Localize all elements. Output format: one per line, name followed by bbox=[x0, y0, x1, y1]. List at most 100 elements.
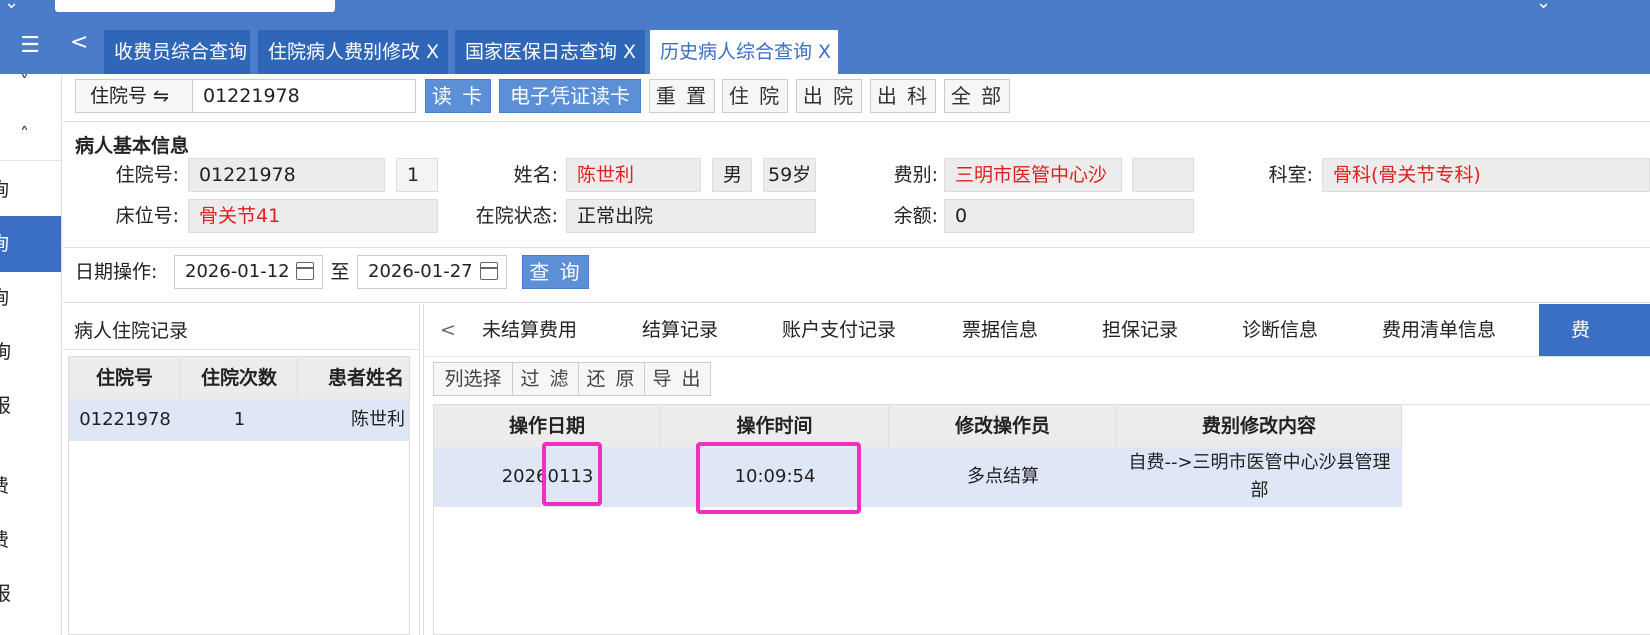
main-content: 住院号 ⇋ 01221978 读 卡 电子凭证读卡 重 置 住 院 出 院 出 … bbox=[63, 74, 1650, 635]
records-table: 住院号 住院次数 患者姓名 01221978 1 陈世利 bbox=[68, 356, 410, 635]
chevron-icon: ⌄ bbox=[1536, 0, 1552, 13]
bed-label: 床位号: bbox=[115, 205, 179, 227]
export-button[interactable]: 导 出 bbox=[644, 362, 711, 396]
department-label: 科室: bbox=[1268, 164, 1313, 186]
tab-medicare-log[interactable]: 国家医保日志查询 X bbox=[455, 30, 645, 74]
filter-button[interactable]: 过 滤 bbox=[512, 362, 579, 396]
admission-count-value: 1 bbox=[396, 158, 438, 192]
chevron-icon: ⌄ bbox=[4, 0, 20, 13]
divider bbox=[63, 247, 1650, 248]
cell-patient-name: 陈世利 bbox=[298, 399, 409, 441]
column-header-admission-no[interactable]: 住院号 bbox=[69, 357, 181, 399]
status-value: 正常出院 bbox=[566, 199, 816, 233]
start-date-input[interactable]: 2026-01-12 bbox=[174, 255, 323, 289]
close-icon[interactable]: X bbox=[426, 41, 439, 63]
tab-fee-type-modify[interactable]: 住院病人费别修改 X bbox=[258, 30, 448, 74]
tab-guarantee-records[interactable]: 担保记录 bbox=[1102, 304, 1178, 356]
fee-type-change-table: 操作日期 操作时间 修改操作员 费别修改内容 20260113 10:09:54… bbox=[433, 404, 1650, 635]
column-header-admission-count[interactable]: 住院次数 bbox=[181, 357, 298, 399]
chevron-up-icon[interactable]: ˄ bbox=[20, 124, 29, 145]
sidebar-item[interactable]: 询 bbox=[0, 324, 54, 380]
hospitalization-records-panel: 病人住院记录 住院号 住院次数 患者姓名 01221978 1 陈世利 bbox=[63, 304, 420, 635]
end-date-value: 2026-01-27 bbox=[368, 261, 473, 282]
sidebar-item[interactable]: 询 bbox=[0, 162, 52, 218]
column-header-operation-time[interactable]: 操作时间 bbox=[661, 405, 889, 447]
tab-history-patient[interactable]: 历史病人综合查询 X bbox=[650, 30, 838, 74]
admission-no-search-input[interactable]: 01221978 bbox=[192, 79, 416, 113]
sidebar-item[interactable]: 报 bbox=[0, 566, 54, 622]
highlight-box-date bbox=[542, 442, 602, 506]
tab-label: 历史病人综合查询 bbox=[660, 41, 813, 63]
cell-admission-no: 01221978 bbox=[69, 399, 181, 441]
tab-account-payments[interactable]: 账户支付记录 bbox=[782, 304, 896, 356]
menu-icon[interactable]: ☰ bbox=[16, 32, 44, 60]
calendar-icon[interactable] bbox=[480, 262, 498, 280]
detail-panel: < 未结算费用 结算记录 账户支付记录 票据信息 担保记录 诊断信息 费用清单信… bbox=[423, 304, 1650, 635]
status-label: 在院状态: bbox=[475, 205, 558, 227]
tab-bar: ☰ < 收费员综合查询 住院病人费别修改 X 国家医保日志查询 X 历史病人综合查询… bbox=[0, 20, 1650, 74]
end-date-input[interactable]: 2026-01-27 bbox=[357, 255, 507, 289]
tab-diagnosis-info[interactable]: 诊断信息 bbox=[1242, 304, 1318, 356]
sidebar-item[interactable]: 报 bbox=[0, 378, 54, 434]
cell-operator: 多点结算 bbox=[889, 447, 1117, 507]
cell-change-content: 自费-->三明市医管中心沙县管理部 bbox=[1117, 447, 1402, 507]
highlight-box-time bbox=[696, 442, 861, 514]
sidebar-item-active[interactable]: 询 bbox=[0, 216, 61, 272]
fee-type-value: 三明市医管中心沙 bbox=[944, 158, 1122, 192]
top-header-strip: ⌄ ⌄ bbox=[0, 0, 1650, 20]
tab-fee-list-info[interactable]: 费用清单信息 bbox=[1382, 304, 1496, 356]
gender-value: 男 bbox=[712, 158, 752, 192]
name-label: 姓名: bbox=[513, 164, 558, 186]
tab-label: 国家医保日志查询 bbox=[465, 41, 618, 63]
date-operation-label: 日期操作: bbox=[75, 261, 158, 283]
tab-settlement-records[interactable]: 结算记录 bbox=[642, 304, 718, 356]
age-value: 59岁 bbox=[763, 158, 816, 192]
close-icon[interactable]: X bbox=[818, 41, 831, 63]
name-value: 陈世利 bbox=[566, 158, 701, 192]
start-date-value: 2026-01-12 bbox=[185, 261, 290, 282]
admission-no-search-label[interactable]: 住院号 ⇋ bbox=[75, 79, 193, 113]
column-header-operator[interactable]: 修改操作员 bbox=[889, 405, 1117, 447]
close-icon[interactable]: X bbox=[623, 41, 636, 63]
query-button[interactable]: 查 询 bbox=[522, 255, 589, 289]
records-title: 病人住院记录 bbox=[74, 320, 189, 342]
sidebar-item-label: 询 bbox=[0, 233, 9, 255]
tab-invoice-info[interactable]: 票据信息 bbox=[962, 304, 1038, 356]
admission-no-value: 01221978 bbox=[188, 158, 385, 192]
chevron-down-icon[interactable]: ˅ bbox=[20, 74, 29, 93]
tab-label: 收费员综合查询 bbox=[114, 41, 248, 63]
discharged-button[interactable]: 出 院 bbox=[796, 79, 862, 113]
all-button[interactable]: 全 部 bbox=[944, 79, 1010, 113]
reset-button[interactable]: 重 置 bbox=[649, 79, 715, 113]
tab-label: 住院病人费别修改 bbox=[268, 41, 421, 63]
column-header-patient-name[interactable]: 患者姓名 bbox=[298, 357, 409, 399]
tab-fee-type-active[interactable]: 费 bbox=[1539, 304, 1650, 356]
tab-cashier-query[interactable]: 收费员综合查询 bbox=[104, 30, 250, 74]
top-search-input[interactable] bbox=[55, 0, 335, 12]
sidebar-item[interactable]: 询 bbox=[0, 270, 52, 326]
fee-type-label: 费别: bbox=[893, 164, 938, 186]
inpatient-button[interactable]: 住 院 bbox=[722, 79, 788, 113]
sidebar: ˅ ˄ 询 询 询 询 报 费 费 报 bbox=[0, 74, 62, 635]
fee-type-extra-value bbox=[1132, 158, 1194, 192]
department-value: 骨科(骨关节专科) bbox=[1322, 158, 1650, 192]
balance-value: 0 bbox=[944, 199, 1194, 233]
calendar-icon[interactable] bbox=[296, 262, 314, 280]
read-card-button[interactable]: 读 卡 bbox=[425, 79, 491, 113]
restore-button[interactable]: 还 原 bbox=[578, 362, 645, 396]
column-select-button[interactable]: 列选择 bbox=[433, 362, 513, 396]
cell-admission-count: 1 bbox=[181, 399, 298, 441]
sidebar-item[interactable]: 费 bbox=[0, 512, 52, 568]
divider bbox=[63, 121, 1650, 122]
tab-unsettled-fees[interactable]: 未结算费用 bbox=[482, 304, 577, 356]
admission-no-label: 住院号: bbox=[115, 164, 179, 186]
column-header-operation-date[interactable]: 操作日期 bbox=[434, 405, 661, 447]
bed-value: 骨关节41 bbox=[188, 199, 438, 233]
chevron-left-icon[interactable]: < bbox=[440, 304, 456, 356]
out-department-button[interactable]: 出 科 bbox=[870, 79, 936, 113]
patient-info-title: 病人基本信息 bbox=[75, 135, 190, 157]
chevron-left-icon[interactable]: < bbox=[70, 30, 88, 55]
sidebar-item[interactable]: 费 bbox=[0, 458, 52, 514]
e-voucher-read-card-button[interactable]: 电子凭证读卡 bbox=[499, 79, 641, 113]
column-header-change-content[interactable]: 费别修改内容 bbox=[1117, 405, 1402, 447]
